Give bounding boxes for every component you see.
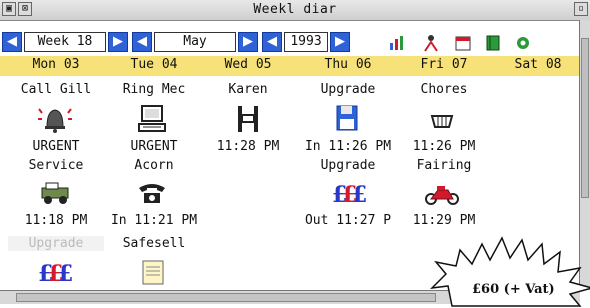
calendar-tool-icon[interactable] <box>454 34 472 52</box>
svg-text:£: £ <box>58 261 72 285</box>
entry-wed-title[interactable]: Karen <box>200 82 296 97</box>
entry-mon-service[interactable]: Service <box>8 158 104 173</box>
entry-fri-time2[interactable]: 11:29 PM <box>396 213 492 228</box>
day-header-fri[interactable]: Fri 07 <box>396 57 492 72</box>
chart-tool-icon[interactable] <box>388 34 406 52</box>
day-header-thu[interactable]: Thu 06 <box>300 57 396 72</box>
week-prev-button[interactable]: ◀ <box>2 32 22 52</box>
entry-mon-title[interactable]: Call Gill <box>8 82 104 97</box>
navigation-toolbar: ◀ Week 18 ▶ ◀ May ▶ ◀ 1993 ▶ <box>0 30 580 56</box>
entry-wed-time[interactable]: 11:28 PM <box>200 139 296 154</box>
price-tag: £60 (+ Vat) <box>472 282 555 297</box>
person-tool-icon[interactable] <box>422 34 440 52</box>
title-bar[interactable]: ▣ ⊠ Weekl diar ▫ <box>0 0 590 21</box>
entry-thu-time[interactable]: In 11:26 PM <box>300 139 396 154</box>
film-icon <box>238 106 258 132</box>
settings-tool-icon[interactable] <box>514 34 532 52</box>
entry-tue-title[interactable]: Ring Mec <box>106 82 202 97</box>
floppy-disk-icon <box>336 105 358 131</box>
month-prev-button[interactable]: ◀ <box>132 32 152 52</box>
book-tool-icon[interactable] <box>484 34 502 52</box>
computer-icon <box>138 105 166 132</box>
motorbike-icon <box>425 186 459 205</box>
entry-thu-title[interactable]: Upgrade <box>300 82 396 97</box>
entry-thu-upgrade[interactable]: Upgrade <box>300 158 396 173</box>
day-header-mon[interactable]: Mon 03 <box>8 57 104 72</box>
telephone-icon <box>139 184 165 203</box>
entry-thu-out-time[interactable]: Out 11:27 P <box>300 213 396 228</box>
svg-text:£: £ <box>352 182 366 208</box>
entry-fri-fairing[interactable]: Fairing <box>396 158 492 173</box>
year-next-button[interactable]: ▶ <box>330 32 350 52</box>
entry-mon-time[interactable]: 11:18 PM <box>8 213 104 228</box>
jeep-icon <box>41 182 69 204</box>
entry-tue-acorn[interactable]: Acorn <box>106 158 202 173</box>
window-title: Weekl diar <box>253 2 337 17</box>
month-next-button[interactable]: ▶ <box>238 32 258 52</box>
year-field[interactable]: 1993 <box>284 32 328 52</box>
money-icon: £ £ £ <box>332 182 366 208</box>
week-next-button[interactable]: ▶ <box>108 32 128 52</box>
day-header-sat[interactable]: Sat 08 <box>490 57 586 72</box>
entry-fri-title[interactable]: Chores <box>396 82 492 97</box>
diary-window: ▣ ⊠ Weekl diar ▫ ◀ Week 18 ▶ ◀ May ▶ ◀ 1… <box>0 0 590 307</box>
basket-icon <box>430 115 454 128</box>
day-header-row: Mon 03 Tue 04 Wed 05 Thu 06 Fri 07 Sat 0… <box>0 56 580 76</box>
entry-tue-time[interactable]: In 11:21 PM <box>106 213 202 228</box>
entry-tue-urgent[interactable]: URGENT <box>106 139 202 154</box>
day-header-tue[interactable]: Tue 04 <box>106 57 202 72</box>
vertical-scroll-thumb[interactable] <box>581 38 589 198</box>
memo-icon <box>142 260 164 285</box>
alarm-bell-icon <box>38 108 72 133</box>
month-field[interactable]: May <box>154 32 236 52</box>
day-header-wed[interactable]: Wed 05 <box>200 57 296 72</box>
horizontal-scroll-thumb[interactable] <box>16 293 436 302</box>
entry-mon-urgent[interactable]: URGENT <box>8 139 104 154</box>
money-icon: £ £ £ <box>38 261 72 285</box>
entry-mon-extra[interactable]: Upgrade <box>8 236 104 251</box>
toggle-size-icon[interactable]: ▫ <box>574 2 588 16</box>
week-field[interactable]: Week 18 <box>24 32 106 52</box>
entry-tue-safesell[interactable]: Safesell <box>106 236 202 251</box>
entry-fri-time[interactable]: 11:26 PM <box>396 139 492 154</box>
year-prev-button[interactable]: ◀ <box>262 32 282 52</box>
